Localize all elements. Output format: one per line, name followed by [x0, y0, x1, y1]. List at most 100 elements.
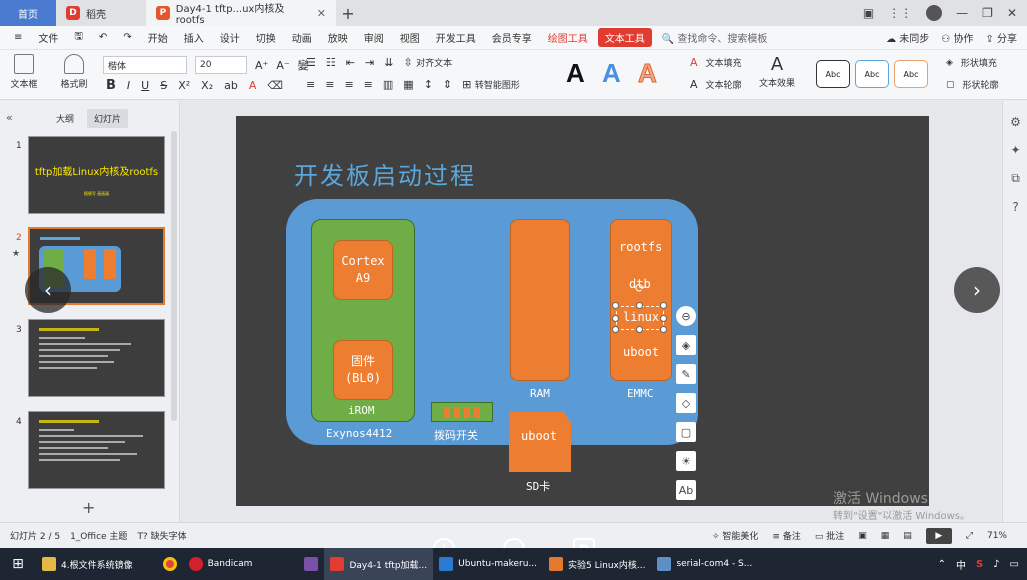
shape-style-3[interactable]: Abc	[894, 60, 928, 88]
taskbar-item-bandicam[interactable]: Bandicam	[183, 548, 259, 580]
exynos-label[interactable]: Exynos4412	[326, 427, 392, 440]
fill-icon[interactable]: ◇	[676, 393, 696, 413]
help-icon[interactable]: ?	[1003, 200, 1027, 214]
taskbar-item-paint[interactable]	[298, 548, 324, 580]
subscript-button[interactable]: X₂	[201, 79, 213, 92]
text-style-orange[interactable]: A	[638, 58, 658, 89]
thumbnail-scrollbar[interactable]	[171, 131, 177, 421]
text-direction-icon[interactable]: ⇊	[384, 56, 393, 69]
menu-animation[interactable]: 动画	[286, 30, 318, 45]
taskbar-item-lab[interactable]: 实验5 Linux内核...	[543, 548, 651, 580]
resize-handle[interactable]	[636, 302, 643, 309]
slide-thumbnail-4[interactable]	[28, 411, 165, 489]
text-outline-button[interactable]: 文本轮廓	[706, 78, 742, 91]
indent-icon[interactable]: ⇥	[365, 56, 374, 69]
bullets-icon[interactable]: ☰	[306, 56, 316, 69]
smart-shape-button[interactable]: ⊞ 转智能图形	[462, 78, 520, 91]
dip-switch-label[interactable]: 拨码开关	[434, 427, 478, 443]
resize-handle[interactable]	[612, 315, 619, 322]
font-size-select[interactable]: 20	[195, 56, 247, 74]
close-tab-icon[interactable]: ✕	[317, 7, 326, 20]
reading-view-icon[interactable]: ▤	[903, 531, 912, 541]
text-outline-icon[interactable]: A	[690, 78, 698, 91]
tab-docer[interactable]: D 稻壳	[56, 0, 146, 26]
menu-slideshow[interactable]: 放映	[322, 30, 354, 45]
grow-font-icon[interactable]: A⁺	[255, 59, 268, 72]
format-painter-button[interactable]: 格式刷	[54, 54, 94, 90]
arrow-up-icon[interactable]: ⌃	[938, 559, 946, 570]
font-family-select[interactable]: 楷体	[103, 56, 187, 74]
resize-handle[interactable]	[660, 326, 667, 333]
rootfs-label[interactable]: rootfs	[619, 240, 662, 254]
font-color-button[interactable]: A	[249, 79, 257, 92]
taskbar-item-vm[interactable]: Ubuntu-makeru...	[433, 548, 543, 580]
notification-icon[interactable]: ▭	[1010, 559, 1019, 570]
irom-label[interactable]: iROM	[348, 404, 375, 417]
textbox-button[interactable]: 文本框	[4, 54, 44, 90]
pin-icon[interactable]: ✦	[1003, 143, 1027, 157]
play-button[interactable]: ▶	[925, 527, 952, 544]
align-right-icon[interactable]: ≡	[344, 78, 353, 91]
slide-thumbnail-3[interactable]	[28, 319, 165, 397]
shape-style-2[interactable]: Abc	[855, 60, 889, 88]
sd-card-label[interactable]: SD卡	[526, 478, 550, 494]
missing-font-button[interactable]: T? 缺失字体	[137, 529, 186, 542]
windows-start-icon[interactable]: ⊞	[0, 548, 36, 580]
save-icon[interactable]: 🖫	[68, 29, 89, 46]
emmc-label[interactable]: EMMC	[627, 387, 654, 400]
smart-beautify-button[interactable]: ✧ 智能美化	[712, 529, 758, 542]
taskbar-item-explorer[interactable]: 4.根文件系统镜像	[36, 548, 139, 580]
menu-text-tools[interactable]: 文本工具	[597, 28, 652, 47]
slide[interactable]: 开发板启动过程 Cortex A9 固件 (BL0) iROM Exynos44…	[236, 116, 929, 506]
char-spacing-icon[interactable]: ab	[224, 79, 238, 92]
bold-button[interactable]: B	[106, 78, 116, 93]
tab-outline[interactable]: 大纲	[56, 112, 74, 125]
tab-home[interactable]: 首页	[0, 0, 56, 26]
bl0-box[interactable]: 固件 (BL0)	[333, 340, 393, 400]
linux-label[interactable]: linux	[623, 310, 659, 324]
taskbar-item-wps[interactable]: Day4-1 tftp加载...	[324, 548, 434, 580]
menu-icon[interactable]: ≡	[8, 32, 28, 43]
text-fill-icon[interactable]: A	[690, 56, 698, 69]
restore-icon[interactable]: ❐	[982, 6, 993, 20]
properties-icon[interactable]: ⚙	[1003, 115, 1027, 129]
distribute-icon[interactable]: ▥	[383, 78, 393, 91]
ram-box[interactable]	[510, 219, 570, 381]
outdent-icon[interactable]: ⇤	[346, 56, 355, 69]
underline-button[interactable]: U	[141, 79, 149, 92]
shape-outline-icon[interactable]: ▢	[946, 80, 955, 90]
close-window-icon[interactable]: ✕	[1007, 6, 1017, 20]
dip-switch-shape[interactable]	[431, 402, 493, 422]
text-style-blue[interactable]: A	[602, 58, 621, 89]
tab-document[interactable]: P Day4-1 tftp...ux内核及rootfs ✕	[146, 0, 336, 26]
lightbulb-icon[interactable]: ☀	[676, 451, 696, 471]
shrink-font-icon[interactable]: A⁻	[276, 59, 289, 72]
add-slide-button[interactable]: +	[82, 498, 95, 517]
slide-title[interactable]: 开发板启动过程	[294, 156, 476, 191]
sorter-view-icon[interactable]: ▦	[881, 531, 890, 541]
cortex-a9-box[interactable]: Cortex A9	[333, 240, 393, 300]
align-center-icon[interactable]: ≡	[325, 78, 334, 91]
taskbar-item-serial[interactable]: serial-com4 - S...	[651, 548, 758, 580]
avatar[interactable]	[926, 5, 943, 21]
layers-icon[interactable]: ◈	[676, 335, 696, 355]
columns-icon[interactable]: ▦	[403, 78, 413, 91]
speaker-icon[interactable]: ♪	[993, 559, 999, 570]
normal-view-icon[interactable]: ▣	[858, 531, 867, 541]
menu-view[interactable]: 视图	[394, 30, 426, 45]
numbering-icon[interactable]: ☷	[326, 56, 336, 69]
theme-name[interactable]: 1_Office 主题	[70, 529, 127, 542]
command-search[interactable]: 🔍 查找命令、搜索模板	[662, 30, 768, 45]
justify-icon[interactable]: ≡	[364, 78, 373, 91]
menu-member[interactable]: 会员专享	[486, 30, 538, 45]
superscript-button[interactable]: X²	[178, 79, 190, 92]
shape-style-1[interactable]: Abc	[816, 60, 850, 88]
resize-handle[interactable]	[660, 302, 667, 309]
tab-slides[interactable]: 幻灯片	[87, 109, 129, 128]
text-effect-button[interactable]: A 文本效果	[752, 54, 802, 89]
strike-button[interactable]: S	[160, 79, 167, 92]
menu-developer[interactable]: 开发工具	[430, 30, 482, 45]
notes-button[interactable]: ≡ 备注	[772, 529, 800, 542]
shape-outline-button[interactable]: 形状轮廓	[963, 78, 999, 91]
italic-button[interactable]: I	[127, 79, 130, 92]
